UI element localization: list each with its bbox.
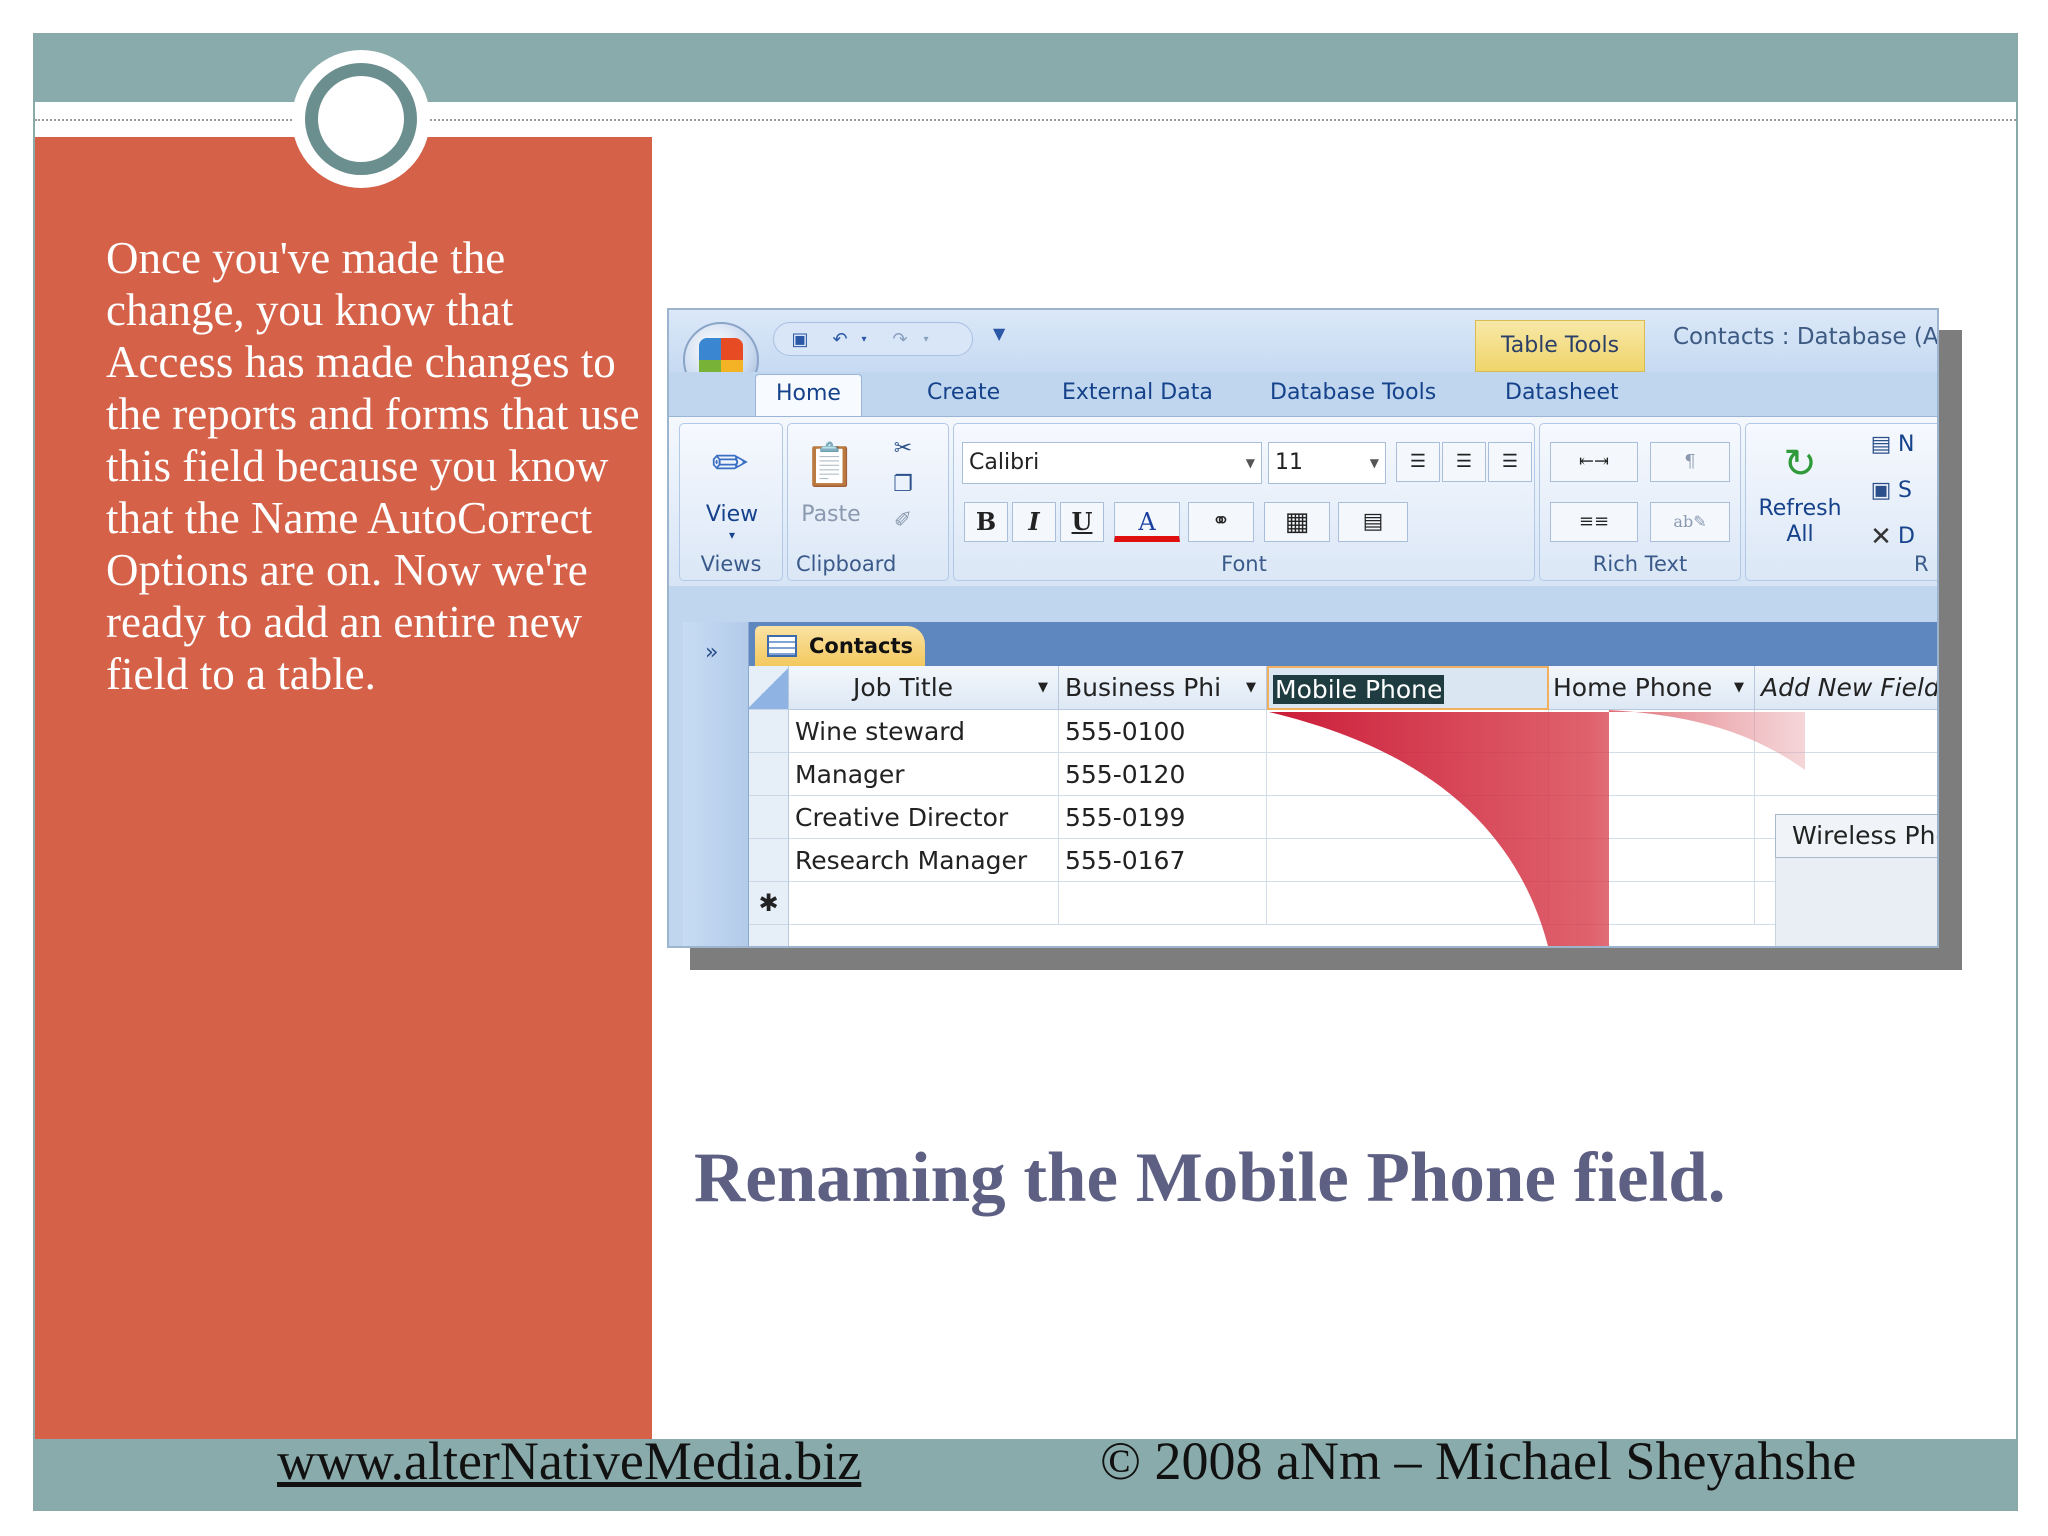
copyright-text: © 2008 aNm – Michael Sheyahshe [1100, 1431, 1857, 1491]
slide-caption: Renaming the Mobile Phone field. [694, 1139, 1726, 1217]
circle-ornament-ring [305, 63, 417, 175]
wireless-phone-label: Wireless Phone [1792, 821, 1937, 850]
website-link[interactable]: www.alterNativeMedia.biz [277, 1430, 861, 1492]
slide-body-text: Once you've made the change, you know th… [106, 233, 640, 699]
wireless-phone-field-column [1775, 858, 1937, 946]
wireless-phone-field-dropdown[interactable]: Wireless Phone ▼ [1775, 814, 1937, 858]
drag-swoosh-effect [1269, 710, 1805, 946]
access-screenshot: ▣ ↶ ▾ ↷ ▾ ▼ Table Tools Contacts : Datab… [667, 308, 1939, 948]
